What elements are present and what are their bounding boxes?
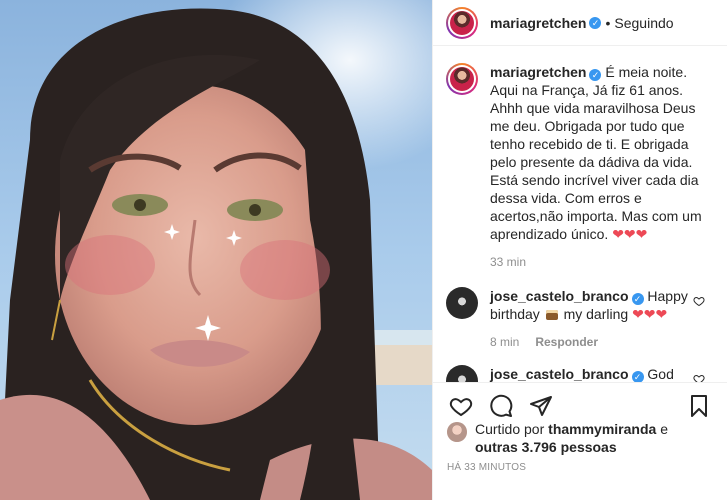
post-header: mariagretchen ✓ • Seguindo (433, 0, 727, 46)
comment-like-heart-icon[interactable] (693, 373, 705, 382)
comment-text-end: my darling (563, 306, 629, 322)
caption-time[interactable]: 33 min (490, 253, 712, 271)
comments-scroll-area[interactable]: mariagretchen ✓ É meia noite. Aqui na Fra… (433, 47, 727, 382)
likes-prefix: Curtido por (475, 421, 545, 437)
caption-author-username[interactable]: mariagretchen (490, 64, 586, 80)
comment-bubble-icon (490, 394, 513, 417)
verified-badge-icon: ✓ (631, 293, 644, 305)
commenter-username[interactable]: jose_castelo_branco (490, 288, 629, 304)
comment-meta: 8 min Responder (490, 333, 690, 351)
verified-badge-icon: ✓ (631, 371, 644, 382)
bookmark-icon (691, 394, 707, 417)
reply-button[interactable]: Responder (535, 333, 598, 351)
cake-emoji-icon (545, 310, 558, 320)
comment-item: jose_castelo_branco✓ God Bless (433, 365, 727, 382)
paper-plane-icon (530, 395, 552, 416)
caption-hearts: ❤❤❤ (612, 226, 648, 242)
author-avatar[interactable] (446, 6, 478, 39)
author-username[interactable]: mariagretchen (490, 15, 586, 31)
comment-time[interactable]: 8 min (490, 333, 519, 351)
separator-dot: • (605, 14, 611, 31)
liker-avatar[interactable] (447, 422, 467, 442)
caption-author-avatar[interactable] (446, 63, 478, 95)
caption-text: É meia noite. Aqui na França, Já fiz 61 … (490, 64, 702, 242)
likes-summary: Curtido por thammymiranda e outras 3.796… (447, 420, 717, 456)
following-status-button[interactable]: Seguindo (614, 15, 673, 31)
verified-badge-icon: ✓ (589, 69, 602, 81)
selfie-image (0, 0, 432, 500)
commenter-avatar[interactable] (446, 287, 478, 319)
likes-conj: e (660, 421, 668, 437)
post-photo[interactable] (0, 0, 432, 500)
verified-badge-icon: ✓ (589, 16, 602, 29)
comment-hearts: ❤❤❤ (632, 306, 668, 322)
heart-outline-icon (449, 397, 473, 416)
liker-username[interactable]: thammymiranda (548, 421, 656, 437)
post-timestamp[interactable]: HÁ 33 MINUTOS (447, 462, 526, 473)
post-side-panel: mariagretchen ✓ • Seguindo mariagretchen… (432, 0, 727, 500)
likes-others-link[interactable]: outras 3.796 pessoas (475, 439, 617, 455)
commenter-avatar[interactable] (446, 365, 478, 382)
commenter-username[interactable]: jose_castelo_branco (490, 366, 629, 382)
comment-item: jose_castelo_branco ✓ Happy birthday my d… (433, 287, 727, 351)
caption-block: mariagretchen ✓ É meia noite. Aqui na Fra… (433, 47, 727, 271)
post-modal: mariagretchen ✓ • Seguindo mariagretchen… (0, 0, 727, 500)
comment-like-heart-icon[interactable] (693, 295, 705, 307)
